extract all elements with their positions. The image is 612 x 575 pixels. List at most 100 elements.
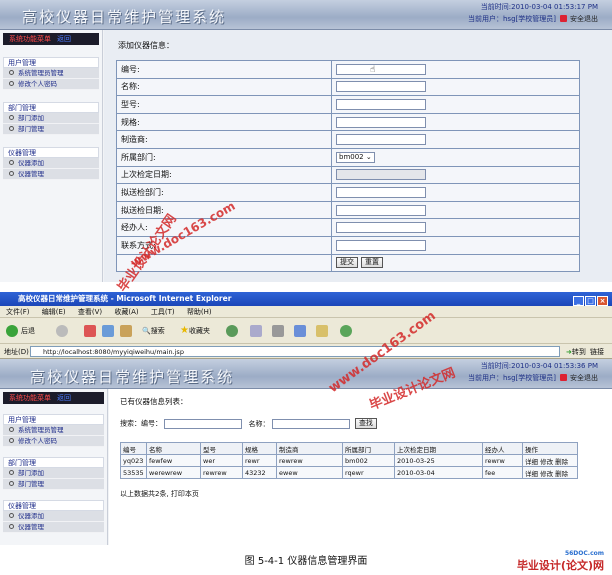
menu-edit[interactable]: 编辑(E) (42, 308, 66, 316)
table-cell: yq023 (120, 454, 147, 467)
department-select[interactable]: bm002 ⌄ (336, 151, 375, 163)
favorites-button[interactable]: ★收藏夹 (180, 324, 210, 338)
id-input[interactable] (336, 63, 426, 75)
manufacturer-input[interactable] (336, 134, 426, 146)
menu-tools[interactable]: 工具(T) (151, 308, 175, 316)
search-button[interactable]: 🔍搜索 (142, 324, 165, 338)
refresh-button[interactable] (102, 324, 117, 338)
messenger-button[interactable] (340, 324, 355, 338)
check-dept-input[interactable] (336, 186, 426, 198)
sidebar-item-admin-manage[interactable]: 系统管理员管理 (3, 425, 104, 436)
row-actions[interactable]: 详细 修改 删除 (522, 454, 578, 467)
row-actions[interactable]: 详细 修改 删除 (522, 466, 578, 479)
sidebar-item-dept-add[interactable]: 部门添加 (3, 113, 99, 124)
bullet-icon (9, 160, 14, 165)
bullet-icon (9, 481, 14, 486)
col-last-check: 上次检定日期 (394, 442, 483, 455)
form-row: 编号: ☝ (116, 60, 580, 79)
sidebar-item-dept-manage[interactable]: 部门管理 (3, 479, 104, 490)
sidebar-group-dept: 部门管理 部门添加 部门管理 (3, 457, 104, 490)
system-title: 高校仪器日常维护管理系统 (30, 368, 235, 386)
sidebar-group-user: 用户管理 系统管理员管理 修改个人密码 (3, 414, 104, 447)
stop-icon (84, 325, 96, 337)
form-row: 名称: (116, 77, 580, 97)
search-id-input[interactable] (164, 418, 243, 429)
logout-link[interactable]: 安全退出 (556, 15, 598, 23)
links-label[interactable]: 链接 (590, 347, 604, 357)
edit-button[interactable] (294, 324, 309, 338)
home-icon (120, 325, 132, 337)
model-input[interactable] (336, 98, 426, 110)
sidebar-return-link[interactable]: 返回 (57, 35, 71, 43)
mail-button[interactable] (250, 324, 265, 338)
logout-link[interactable]: 安全退出 (556, 374, 598, 382)
mail-icon (250, 325, 262, 337)
reset-button[interactable]: 重置 (361, 257, 383, 269)
last-check-date-input[interactable] (336, 169, 426, 181)
field-label: 名称: (116, 77, 332, 97)
window-title: 高校仪器日常维护管理系统 - Microsoft Internet Explor… (18, 294, 232, 303)
address-input[interactable]: http://localhost:8080/myyiqiweihu/main.j… (30, 346, 560, 357)
name-input[interactable] (336, 81, 426, 93)
sidebar-group-instrument: 仪器管理 仪器添加 仪器管理 (3, 500, 104, 533)
contact-input[interactable] (336, 239, 426, 251)
menu-view[interactable]: 查看(V) (78, 308, 102, 316)
go-button[interactable]: ➜转到 (566, 347, 586, 357)
media-button[interactable] (226, 324, 241, 338)
sidebar-item-instrument-manage[interactable]: 仪器管理 (3, 522, 104, 533)
sidebar-item-instrument-manage[interactable]: 仪器管理 (3, 169, 99, 180)
maximize-button[interactable]: □ (585, 296, 596, 306)
search-name-input[interactable] (271, 418, 350, 429)
spec-input[interactable] (336, 116, 426, 128)
discuss-button[interactable] (316, 324, 331, 338)
menu-help[interactable]: 帮助(H) (187, 308, 212, 316)
form-row: 上次检定日期: (116, 165, 580, 185)
bullet-icon (9, 115, 14, 120)
print-button[interactable] (272, 324, 287, 338)
field-label: 规格: (116, 112, 332, 132)
discuss-icon (316, 325, 328, 337)
toolbar: 后退 🔍搜索 ★收藏夹 (0, 318, 612, 344)
table-cell: rewrew (200, 466, 243, 479)
table-cell: rewr (242, 454, 277, 467)
media-icon (226, 325, 238, 337)
menu-file[interactable]: 文件(F) (6, 308, 30, 316)
header-info: 当前时间:2010-03-04 01:53:36 PM 当前用户：hsg[学校管… (468, 360, 598, 384)
close-button[interactable]: × (597, 296, 608, 306)
col-manufacturer: 制造商 (276, 442, 343, 455)
minimize-button[interactable]: _ (573, 296, 584, 306)
home-button[interactable] (120, 324, 135, 338)
sidebar-item-instrument-add[interactable]: 仪器添加 (3, 511, 104, 522)
star-icon: ★ (180, 325, 189, 336)
field-label: 拟送检部门: (116, 183, 332, 202)
sidebar-item-change-password[interactable]: 修改个人密码 (3, 436, 104, 447)
search-button[interactable]: 查找 (354, 418, 377, 429)
table-cell: ewew (276, 466, 343, 479)
stop-button[interactable] (84, 324, 99, 338)
brand-url: 56DOC.com (564, 550, 604, 557)
sidebar-item-dept-manage[interactable]: 部门管理 (3, 124, 99, 135)
sidebar-item-admin-manage[interactable]: 系统管理员管理 (3, 68, 99, 79)
handler-input[interactable] (336, 222, 426, 234)
menu-favorites[interactable]: 收藏(A) (114, 308, 138, 316)
bullet-icon (9, 81, 14, 86)
bullet-icon (9, 513, 14, 518)
sidebar-group-dept: 部门管理 部门添加 部门管理 (3, 102, 99, 135)
top-app-window: 高校仪器日常维护管理系统 当前时间:2010-03-04 01:53:17 PM… (0, 0, 612, 282)
col-handler: 经办人 (482, 442, 523, 455)
sidebar-item-instrument-add[interactable]: 仪器添加 (3, 158, 99, 169)
sidebar-item-change-password[interactable]: 修改个人密码 (3, 79, 99, 90)
address-label: 地址(D) (4, 348, 29, 356)
table-cell: werewrew (146, 466, 201, 479)
submit-button[interactable]: 提交 (336, 257, 358, 269)
sidebar-return-link[interactable]: 返回 (57, 394, 71, 402)
col-model: 型号 (200, 442, 243, 455)
search-id-label: 搜索：编号： (120, 419, 162, 428)
forward-button[interactable] (56, 324, 71, 338)
table-cell: 2010-03-04 (394, 466, 483, 479)
instrument-table: 编号 名称 型号 规格 制造商 所属部门 上次检定日期 经办人 操作 yq023… (120, 442, 578, 479)
back-button[interactable]: 后退 (6, 324, 35, 338)
sidebar-item-dept-add[interactable]: 部门添加 (3, 468, 104, 479)
form-row: 所属部门: bm002 ⌄ (116, 147, 580, 167)
check-date-input[interactable] (336, 204, 426, 216)
